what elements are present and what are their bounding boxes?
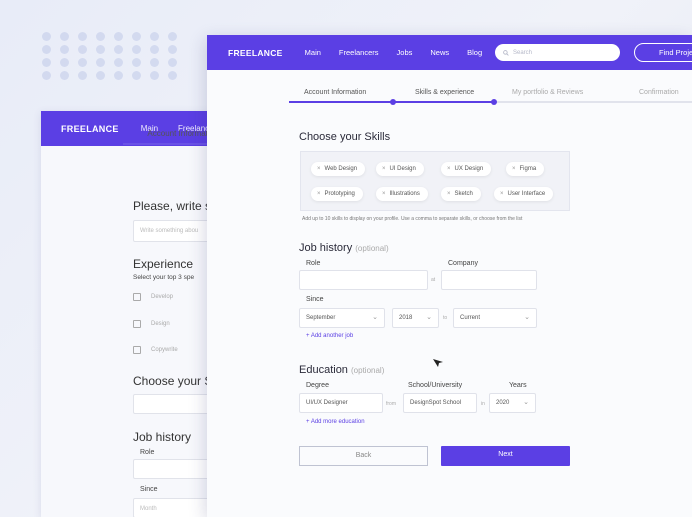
back-logo[interactable]: FREELANCE xyxy=(61,124,119,134)
step-dot-1 xyxy=(390,99,396,105)
back-heading-experience: Experience xyxy=(133,257,194,271)
education-optional: (optional) xyxy=(351,366,385,375)
close-icon: × xyxy=(500,191,504,197)
skill-chip[interactable]: × Figma xyxy=(506,162,545,176)
close-icon: × xyxy=(447,166,451,172)
close-icon: × xyxy=(317,191,321,197)
skills-hint: Add up to 10 skills to display on your p… xyxy=(302,216,523,222)
nav-jobs[interactable]: Jobs xyxy=(397,48,413,57)
at-label: at xyxy=(431,277,436,283)
job-history-optional: (optional) xyxy=(355,244,389,253)
step-skills-experience[interactable]: Skills & experience xyxy=(415,89,474,96)
step-confirmation[interactable]: Confirmation xyxy=(639,89,679,96)
skill-chip[interactable]: × Prototyping xyxy=(311,187,363,201)
job-history-heading: Job history (optional) xyxy=(299,242,389,254)
progress-line-remaining xyxy=(494,101,692,103)
company-label: Company xyxy=(448,260,478,267)
skills-heading: Choose your Skills xyxy=(299,131,391,143)
years-label: Years xyxy=(509,382,527,389)
mouse-cursor-icon xyxy=(433,359,443,367)
progress-steps: Account Information Skills & experience … xyxy=(289,86,692,106)
in-label: in xyxy=(481,401,485,407)
add-more-education-link[interactable]: + Add more education xyxy=(306,419,365,425)
since-month-select[interactable]: September ⌄ xyxy=(299,308,385,328)
search-input[interactable]: Search xyxy=(495,44,620,61)
main-window: FREELANCE Main Freelancers Jobs News Blo… xyxy=(207,35,692,517)
degree-label: Degree xyxy=(306,382,329,389)
since-label: Since xyxy=(306,296,324,303)
find-projects-button[interactable]: Find Proje xyxy=(634,43,692,62)
until-select[interactable]: Current ⌄ xyxy=(453,308,537,328)
close-icon: × xyxy=(512,166,516,172)
company-input[interactable] xyxy=(441,270,537,290)
step-dot-2 xyxy=(491,99,497,105)
back-heading-job-history: Job history xyxy=(133,430,192,444)
back-heading-skills: Choose your S xyxy=(133,374,213,388)
nav-blog[interactable]: Blog xyxy=(467,48,482,57)
close-icon: × xyxy=(447,191,451,197)
back-button[interactable]: Back xyxy=(299,446,428,466)
step-portfolio-reviews[interactable]: My portfolio & Reviews xyxy=(512,89,583,96)
role-input[interactable] xyxy=(299,270,428,290)
back-experience-sub: Select your top 3 spe xyxy=(133,274,195,281)
skill-chip[interactable]: × Sketch xyxy=(441,187,481,201)
education-heading: Education (optional) xyxy=(299,364,385,376)
nav-main[interactable]: Main xyxy=(305,48,321,57)
nav-freelancers[interactable]: Freelancers xyxy=(339,48,379,57)
search-icon xyxy=(503,49,509,56)
chevron-down-icon: ⌄ xyxy=(524,314,530,321)
education-year-select[interactable]: 2020 ⌄ xyxy=(489,393,536,413)
back-role-label: Role xyxy=(140,449,155,456)
nav-news[interactable]: News xyxy=(430,48,449,57)
close-icon: × xyxy=(382,166,386,172)
back-heading-write: Please, write s xyxy=(133,199,212,213)
navbar: FREELANCE Main Freelancers Jobs News Blo… xyxy=(207,35,692,70)
role-label: Role xyxy=(306,260,321,267)
school-input[interactable]: DesignSpot School xyxy=(403,393,477,413)
from-label: from xyxy=(386,401,396,407)
back-since-label: Since xyxy=(140,486,158,493)
close-icon: × xyxy=(382,191,386,197)
chevron-down-icon: ⌄ xyxy=(372,314,378,321)
skill-chip[interactable]: × UX Design xyxy=(441,162,492,176)
since-year-select[interactable]: 2018 ⌄ xyxy=(392,308,439,328)
degree-input[interactable]: UI/UX Designer xyxy=(299,393,383,413)
add-another-job-link[interactable]: + Add another job xyxy=(306,333,353,339)
skill-chip[interactable]: × User Interface xyxy=(494,187,554,201)
skill-chip[interactable]: × Web Design xyxy=(311,162,366,176)
chevron-down-icon: ⌄ xyxy=(426,314,432,321)
chevron-down-icon: ⌄ xyxy=(523,399,529,406)
to-label: to xyxy=(443,315,448,321)
decorative-dots xyxy=(42,32,182,80)
logo[interactable]: FREELANCE xyxy=(228,48,283,58)
next-button[interactable]: Next xyxy=(441,446,570,466)
skills-box[interactable]: × Web Design × UI Design × UX Design × Figma… xyxy=(300,151,570,211)
skill-chip[interactable]: × UI Design xyxy=(376,162,424,176)
school-label: School/University xyxy=(408,382,463,389)
step-account-information[interactable]: Account Information xyxy=(304,89,366,96)
skill-chip[interactable]: × Illustrations xyxy=(376,187,428,201)
close-icon: × xyxy=(317,166,321,172)
